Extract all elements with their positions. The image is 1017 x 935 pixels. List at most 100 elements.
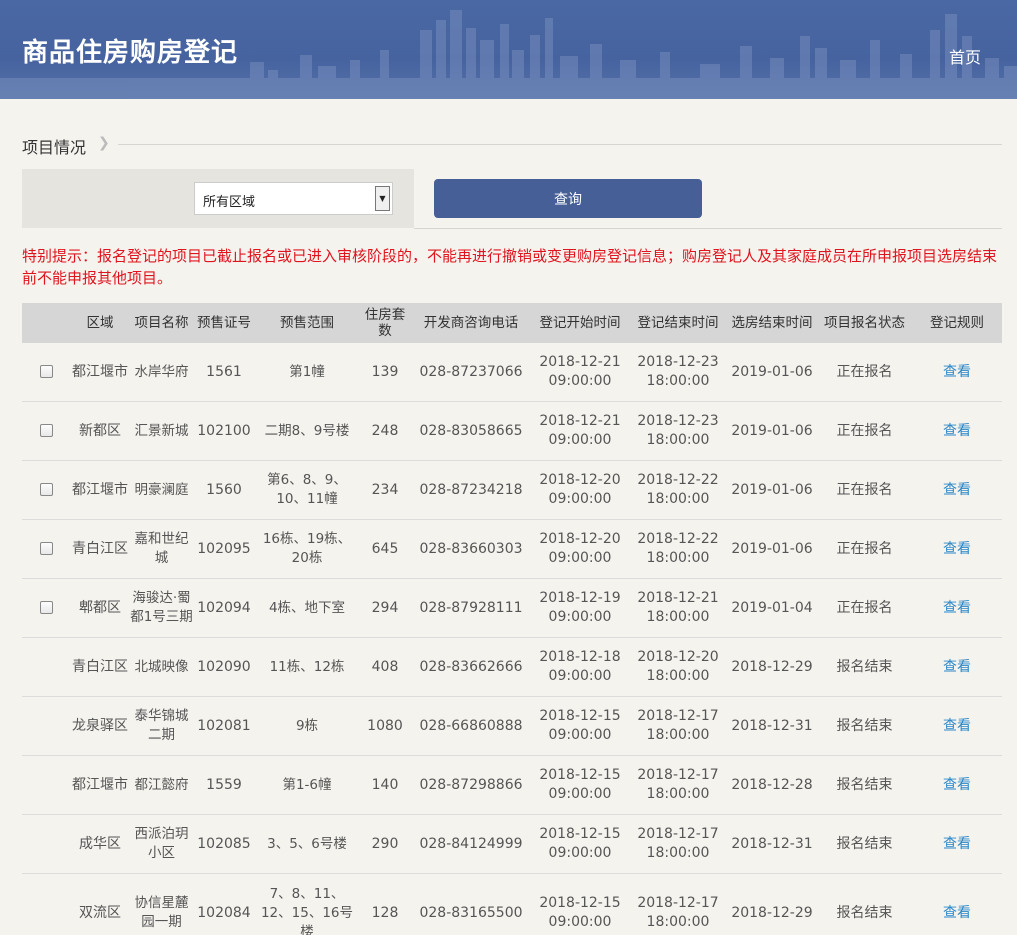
view-rule-link[interactable]: 查看 — [943, 482, 971, 498]
name-cell: 明豪澜庭 — [134, 481, 189, 498]
end-time-cell: 2018-12-17 18:00:00 — [637, 708, 719, 743]
select-cell — [22, 422, 70, 441]
area-cell: 龙泉驿区 — [72, 717, 128, 734]
select-cell — [22, 599, 70, 618]
header-start: 登记开始时间 — [539, 315, 621, 331]
app-title: 商品住房购房登记 — [22, 38, 239, 68]
phone-cell: 028-83165500 — [419, 904, 523, 921]
name-cell: 协信星麓园一期 — [134, 895, 189, 930]
status-cell: 报名结束 — [836, 658, 893, 675]
units-cell: 128 — [371, 904, 399, 921]
phone-cell: 028-87928111 — [419, 599, 523, 616]
query-button[interactable]: 查询 — [434, 179, 702, 218]
cert-cell: 1559 — [206, 776, 242, 793]
choose-end-cell: 2018-12-28 — [731, 776, 813, 793]
scope-cell: 第1幢 — [289, 363, 325, 380]
region-select[interactable]: 所有区域 ▼ — [194, 182, 393, 215]
view-rule-link[interactable]: 查看 — [943, 600, 971, 616]
choose-end-cell: 2019-01-04 — [731, 599, 813, 616]
rule-cell: 查看 — [912, 658, 1002, 677]
table-row: 双流区 协信星麓园一期 102084 7、8、11、12、15、16号楼 128 028-… — [22, 874, 1002, 935]
start-time-cell: 2018-12-15 09:00:00 — [539, 767, 621, 802]
start-time-cell: 2018-12-19 09:00:00 — [539, 590, 621, 625]
view-rule-link[interactable]: 查看 — [943, 777, 971, 793]
chevron-right-icon: ❯ — [98, 135, 110, 151]
end-time-cell: 2018-12-17 18:00:00 — [637, 895, 719, 930]
select-cell — [22, 481, 70, 500]
row-checkbox[interactable] — [39, 542, 53, 555]
table-body: 都江堰市 水岸华府 1561 第1幢 139 028-87237066 2018-12-21… — [22, 343, 1002, 935]
end-time-cell: 2018-12-20 18:00:00 — [637, 649, 719, 684]
units-cell: 248 — [371, 422, 399, 439]
view-rule-link[interactable]: 查看 — [943, 905, 971, 921]
scope-cell: 第1-6幢 — [282, 776, 332, 793]
row-checkbox[interactable] — [39, 483, 53, 496]
status-cell: 正在报名 — [836, 481, 893, 498]
area-cell: 青白江区 — [72, 658, 128, 675]
phone-cell: 028-84124999 — [419, 835, 523, 852]
start-time-cell: 2018-12-20 09:00:00 — [539, 472, 621, 507]
units-cell: 294 — [371, 599, 399, 616]
name-cell: 都江懿府 — [134, 776, 189, 793]
units-cell: 1080 — [367, 717, 403, 734]
phone-cell: 028-87298866 — [419, 776, 523, 793]
start-time-cell: 2018-12-20 09:00:00 — [539, 531, 621, 566]
row-checkbox[interactable] — [39, 424, 53, 437]
units-cell: 290 — [371, 835, 399, 852]
table-row: 青白江区 北城映像 102090 11栋、12栋 408 028-83662666 2018… — [22, 638, 1002, 697]
cert-cell: 102085 — [197, 835, 251, 852]
status-cell: 报名结束 — [836, 835, 893, 852]
row-checkbox[interactable] — [39, 601, 53, 614]
status-cell: 正在报名 — [836, 363, 893, 380]
end-time-cell: 2018-12-17 18:00:00 — [637, 826, 719, 861]
rule-cell: 查看 — [912, 422, 1002, 441]
scope-cell: 二期8、9号楼 — [264, 422, 350, 439]
header-name: 项目名称 — [134, 315, 189, 331]
rule-cell: 查看 — [912, 599, 1002, 618]
area-cell: 双流区 — [79, 904, 121, 921]
scope-cell: 7、8、11、12、15、16号楼 — [260, 885, 354, 935]
start-time-cell: 2018-12-15 09:00:00 — [539, 708, 621, 743]
cert-cell: 102095 — [197, 540, 251, 557]
scope-cell: 4栋、地下室 — [268, 599, 346, 616]
table-row: 都江堰市 明豪澜庭 1560 第6、8、9、10、11幢 234 028-87234218… — [22, 461, 1002, 520]
header-phone: 开发商咨询电话 — [423, 315, 519, 331]
view-rule-link[interactable]: 查看 — [943, 423, 971, 439]
table-row: 青白江区 嘉和世纪城 102095 16栋、19栋、20栋 645 028-8366030… — [22, 520, 1002, 579]
home-link[interactable]: 首页 — [949, 44, 981, 68]
start-time-cell: 2018-12-15 09:00:00 — [539, 895, 621, 930]
row-checkbox[interactable] — [39, 365, 53, 378]
name-cell: 泰华锦城二期 — [134, 708, 189, 743]
status-cell: 报名结束 — [836, 717, 893, 734]
area-cell: 郫都区 — [79, 599, 121, 616]
view-rule-link[interactable]: 查看 — [943, 659, 971, 675]
page-header: 商品住房购房登记 首页 — [0, 0, 1017, 99]
view-rule-link[interactable]: 查看 — [943, 836, 971, 852]
area-cell: 都江堰市 — [72, 363, 128, 380]
rule-cell: 查看 — [912, 540, 1002, 559]
choose-end-cell: 2018-12-29 — [731, 904, 813, 921]
choose-end-cell: 2019-01-06 — [731, 481, 813, 498]
status-cell: 正在报名 — [836, 422, 893, 439]
cert-cell: 1561 — [206, 363, 242, 380]
start-time-cell: 2018-12-15 09:00:00 — [539, 826, 621, 861]
view-rule-link[interactable]: 查看 — [943, 364, 971, 380]
choose-end-cell: 2018-12-31 — [731, 835, 813, 852]
project-table: 区域 项目名称 预售证号 预售范围 住房套数 开发商咨询电话 登记开始时间 登记… — [22, 303, 1002, 935]
view-rule-link[interactable]: 查看 — [943, 718, 971, 734]
name-cell: 嘉和世纪城 — [134, 531, 189, 566]
name-cell: 西派泊玥小区 — [134, 826, 189, 861]
cert-cell: 102084 — [197, 904, 251, 921]
area-cell: 成华区 — [79, 835, 121, 852]
rule-cell: 查看 — [912, 481, 1002, 500]
region-select-value: 所有区域 — [203, 195, 256, 210]
dropdown-arrow-icon[interactable]: ▼ — [375, 186, 390, 211]
select-cell — [22, 540, 70, 559]
notice-text: 特别提示：报名登记的项目已截止报名或已进入审核阶段的，不能再进行撤销或变更购房登… — [22, 247, 998, 287]
area-cell: 新都区 — [79, 422, 121, 439]
table-header: 区域 项目名称 预售证号 预售范围 住房套数 开发商咨询电话 登记开始时间 登记… — [22, 303, 1002, 343]
status-cell: 报名结束 — [836, 776, 893, 793]
status-cell: 正在报名 — [836, 540, 893, 557]
units-cell: 408 — [371, 658, 399, 675]
view-rule-link[interactable]: 查看 — [943, 541, 971, 557]
